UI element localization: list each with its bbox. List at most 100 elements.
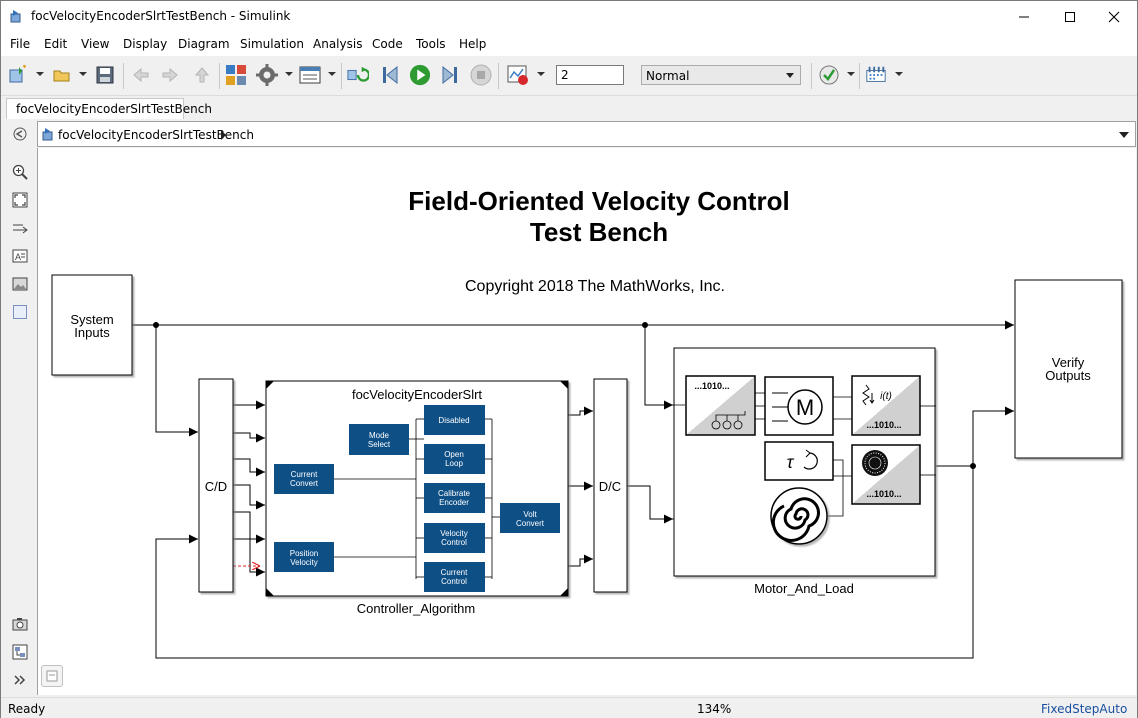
svg-text:Volt: Volt: [523, 510, 537, 519]
tab-model[interactable]: focVelocityEncoderSlrtTestBench: [6, 98, 212, 119]
model-icon: [42, 128, 53, 141]
stop-button[interactable]: [470, 64, 492, 86]
menu-file[interactable]: File: [10, 37, 30, 51]
breadcrumb: focVelocityEncoderSlrtTestBench: [37, 121, 1136, 147]
mode-select-block[interactable]: Mode Select: [349, 424, 409, 455]
load-inertia-block[interactable]: [770, 487, 828, 545]
step-back-button[interactable]: [379, 64, 401, 86]
open-dropdown-icon[interactable]: [79, 72, 87, 76]
explorer-dropdown-icon[interactable]: [328, 72, 336, 76]
svg-text:Calibrate: Calibrate: [438, 489, 471, 498]
run-button[interactable]: [409, 64, 431, 86]
maximize-button[interactable]: [1047, 1, 1093, 32]
library-browser-button[interactable]: [225, 64, 247, 86]
stop-time-input[interactable]: [556, 65, 624, 85]
svg-text:Disabled: Disabled: [438, 416, 469, 425]
svg-text:Open: Open: [444, 450, 464, 459]
svg-text:...1010...: ...1010...: [866, 420, 901, 430]
open-button[interactable]: [51, 64, 73, 86]
close-button[interactable]: [1091, 1, 1137, 32]
menu-code[interactable]: Code: [372, 37, 403, 51]
record-dropdown-icon[interactable]: [537, 72, 545, 76]
current-convert-block[interactable]: Current Convert: [274, 464, 334, 494]
encoder-block[interactable]: ...1010...: [851, 444, 921, 505]
menu-display[interactable]: Display: [123, 37, 167, 51]
dc-label: D/C: [599, 479, 621, 494]
chevron-right-icon[interactable]: [220, 130, 228, 140]
hide-browser-button[interactable]: [11, 125, 29, 143]
menu-simulation[interactable]: Simulation: [240, 37, 304, 51]
verify-outputs-block[interactable]: Verify Outputs: [1014, 279, 1123, 459]
save-button[interactable]: [94, 64, 116, 86]
svg-text:i(t): i(t): [880, 391, 892, 402]
zoom-in-button[interactable]: [11, 163, 29, 181]
new-model-button[interactable]: [7, 64, 29, 86]
solver-link[interactable]: FixedStepAuto: [1041, 702, 1127, 716]
motor-block[interactable]: M: [764, 376, 834, 436]
simulink-window: focVelocityEncoderSlrtTestBench - Simuli…: [0, 0, 1138, 718]
current-sensor-block[interactable]: i(t) ...1010...: [851, 375, 921, 436]
explorer-bar-button[interactable]: [41, 665, 63, 687]
collapse-browser-icon: [13, 127, 27, 141]
chevron-down-icon[interactable]: [1119, 131, 1129, 139]
volt-convert-block[interactable]: Volt Convert: [500, 503, 560, 533]
model-config-button[interactable]: [256, 64, 278, 86]
menu-analysis[interactable]: Analysis: [313, 37, 362, 51]
zoom-level: 134%: [697, 702, 732, 716]
controller-algorithm-block[interactable]: focVelocityEncoderSlrt Mode Select Disab…: [265, 380, 569, 616]
menu-view[interactable]: View: [81, 37, 109, 51]
minimize-button[interactable]: [1001, 1, 1047, 32]
controller-block-name: Controller_Algorithm: [357, 601, 476, 616]
model-explorer-button[interactable]: [299, 64, 321, 86]
advisor-dropdown-icon[interactable]: [847, 72, 855, 76]
current-control-block[interactable]: Current Control: [424, 562, 485, 592]
cd-block[interactable]: C/D: [198, 378, 234, 593]
image-button[interactable]: [11, 275, 29, 293]
svg-text:Select: Select: [368, 440, 391, 449]
up-button[interactable]: [191, 64, 213, 86]
menu-bar: File Edit View Display Diagram Simulatio…: [1, 32, 1137, 56]
signal-arrow-button[interactable]: [11, 219, 29, 237]
torque-block[interactable]: τ: [764, 441, 834, 481]
velocity-control-block[interactable]: Velocity Control: [424, 523, 485, 553]
status-bar: Ready 134% FixedStepAuto: [1, 697, 1137, 718]
update-diagram-button[interactable]: [347, 64, 369, 86]
step-forward-button[interactable]: [439, 64, 461, 86]
disabled-block[interactable]: Disabled: [424, 405, 485, 435]
svg-text:Convert: Convert: [516, 519, 545, 528]
forward-button[interactable]: [159, 64, 181, 86]
inverter-block[interactable]: ...1010...: [685, 375, 756, 436]
update-diagram-icon: [347, 66, 369, 82]
model-browser-button[interactable]: [11, 643, 29, 661]
title-bar: focVelocityEncoderSlrtTestBench - Simuli…: [1, 1, 1137, 32]
system-inputs-block[interactable]: System Inputs: [51, 274, 133, 376]
motor-and-load-block[interactable]: ...1010... M i(t) ...1010... τ ...1010..…: [667, 347, 936, 596]
menu-diagram[interactable]: Diagram: [178, 37, 230, 51]
screenshot-button[interactable]: [11, 615, 29, 633]
record-icon: [507, 65, 528, 85]
model-advisor-button[interactable]: [818, 64, 840, 86]
menu-help[interactable]: Help: [459, 37, 486, 51]
area-button[interactable]: [11, 303, 29, 321]
cd-label: C/D: [205, 479, 227, 494]
annotation-button[interactable]: A: [11, 247, 29, 265]
data-inspector-button[interactable]: [865, 64, 887, 86]
position-velocity-block[interactable]: Position Velocity: [274, 542, 334, 572]
open-loop-block[interactable]: Open Loop: [424, 444, 485, 474]
svg-text:...1010...: ...1010...: [694, 381, 729, 391]
model-canvas[interactable]: Field-Oriented Velocity Control Test Ben…: [37, 148, 1136, 695]
maximize-icon: [1065, 11, 1075, 22]
simulation-mode-select[interactable]: Normal: [641, 65, 801, 85]
menu-tools[interactable]: Tools: [416, 37, 446, 51]
calibrate-encoder-block[interactable]: Calibrate Encoder: [424, 483, 485, 513]
fit-to-view-button[interactable]: [11, 191, 29, 209]
menu-edit[interactable]: Edit: [44, 37, 67, 51]
inspector-dropdown-icon[interactable]: [895, 72, 903, 76]
back-button[interactable]: [130, 64, 152, 86]
dc-block[interactable]: D/C: [593, 378, 628, 593]
record-button[interactable]: [507, 64, 529, 86]
image-icon: [12, 277, 28, 291]
config-dropdown-icon[interactable]: [285, 72, 293, 76]
new-dropdown-icon[interactable]: [36, 72, 44, 76]
more-tools-button[interactable]: [11, 671, 29, 689]
